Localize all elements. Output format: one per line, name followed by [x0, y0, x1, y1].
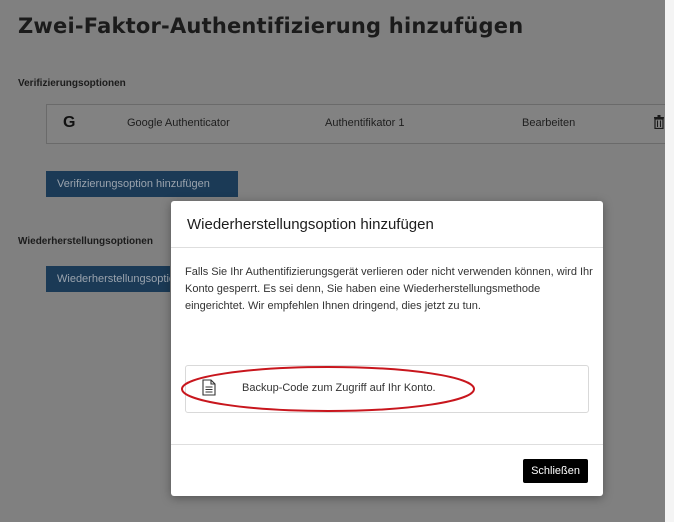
dialog-title: Wiederherstellungsoption hinzufügen [187, 216, 434, 233]
backup-code-option-label: Backup-Code zum Zugriff auf Ihr Konto. [242, 382, 436, 394]
dialog-header: Wiederherstellungsoption hinzufügen [171, 201, 603, 248]
verification-options-heading: Verifizierungsoptionen [18, 78, 126, 89]
method-name: Google Authenticator [127, 117, 230, 129]
dialog-footer: Schließen [171, 444, 603, 497]
verification-method-row: G Google Authenticator Authentifikator 1… [46, 104, 674, 144]
backup-code-option[interactable]: Backup-Code zum Zugriff auf Ihr Konto. [185, 365, 589, 413]
method-label: Authentifikator 1 [325, 117, 405, 129]
close-button[interactable]: Schließen [523, 459, 588, 483]
recovery-option-dialog: Wiederherstellungsoption hinzufügen Fall… [171, 201, 603, 496]
page-edge [665, 0, 674, 522]
trash-icon[interactable] [654, 115, 664, 129]
edit-link[interactable]: Bearbeiten [522, 117, 575, 129]
document-icon [202, 379, 216, 396]
dialog-description: Falls Sie Ihr Authentifizierungsgerät ve… [185, 266, 593, 312]
page-title: Zwei-Faktor-Authentifizierung hinzufügen [18, 14, 524, 38]
add-verification-option-button[interactable]: Verifizierungsoption hinzufügen [46, 171, 238, 197]
add-recovery-option-button[interactable]: Wiederherstellungsoption hinzufügen [46, 266, 170, 292]
recovery-options-heading: Wiederherstellungsoptionen [18, 236, 153, 247]
google-g-icon: G [63, 114, 76, 131]
